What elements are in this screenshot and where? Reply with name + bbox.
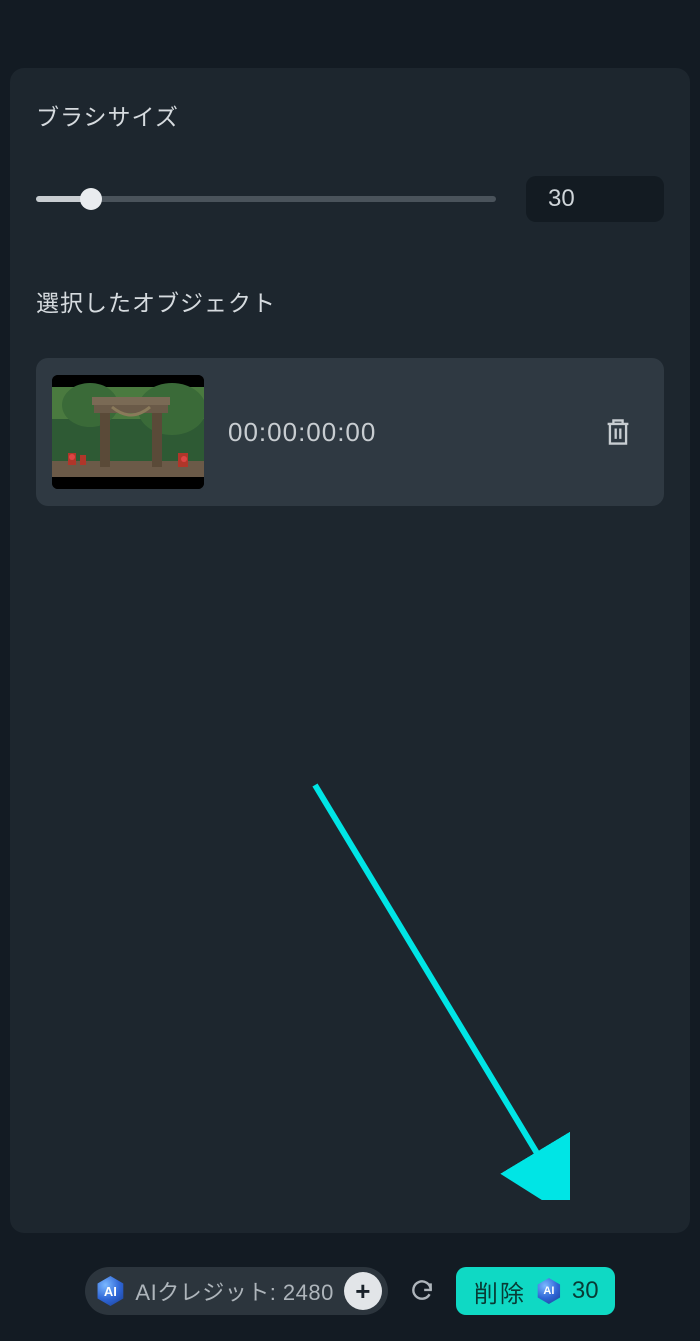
ai-badge-icon: AI xyxy=(536,1278,562,1304)
brush-size-row: 30 xyxy=(36,176,664,222)
delete-cost: 30 xyxy=(572,1277,599,1305)
object-timecode: 00:00:00:00 xyxy=(228,417,574,448)
delete-object-button[interactable] xyxy=(598,412,638,452)
selected-objects-title: 選択したオブジェクト xyxy=(36,284,664,318)
brush-size-title: ブラシサイズ xyxy=(36,98,664,132)
slider-thumb[interactable] xyxy=(80,188,102,210)
trash-icon xyxy=(604,417,632,447)
settings-panel: ブラシサイズ 30 選択したオブジェクト xyxy=(10,68,690,1233)
delete-button-label: 削除 xyxy=(474,1274,526,1309)
footer-bar: AI AIクレジット: 2480 + 削除 AI 30 xyxy=(0,1267,700,1315)
ai-badge-icon: AI xyxy=(95,1276,125,1306)
object-thumbnail xyxy=(52,375,204,489)
object-row[interactable]: 00:00:00:00 xyxy=(36,358,664,506)
refresh-icon xyxy=(409,1278,435,1304)
refresh-button[interactable] xyxy=(406,1275,438,1307)
delete-button[interactable]: 削除 AI 30 xyxy=(456,1267,615,1315)
ai-credits-label: AIクレジット: 2480 xyxy=(135,1275,333,1307)
ai-credits-pill[interactable]: AI AIクレジット: 2480 + xyxy=(85,1267,387,1315)
add-credits-button[interactable]: + xyxy=(344,1272,382,1310)
brush-size-slider[interactable] xyxy=(36,188,496,210)
brush-size-input[interactable]: 30 xyxy=(526,176,664,222)
slider-track xyxy=(36,196,496,202)
